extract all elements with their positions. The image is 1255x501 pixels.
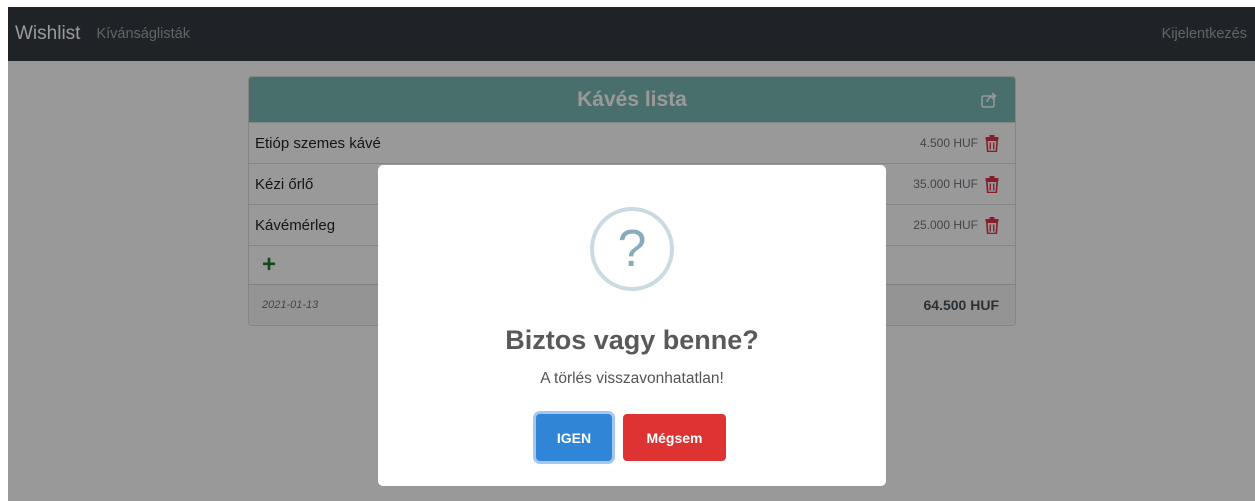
dialog-title: Biztos vagy benne?	[505, 325, 759, 355]
dialog-text: A törlés visszavonhatatlan!	[540, 370, 724, 387]
cancel-button[interactable]: Mégsem	[623, 414, 726, 461]
confirm-dialog: ? Biztos vagy benne? A törlés visszavonh…	[378, 165, 886, 486]
confirm-button[interactable]: IGEN	[536, 414, 612, 461]
question-mark: ?	[617, 220, 647, 278]
question-icon: ?	[590, 207, 674, 291]
